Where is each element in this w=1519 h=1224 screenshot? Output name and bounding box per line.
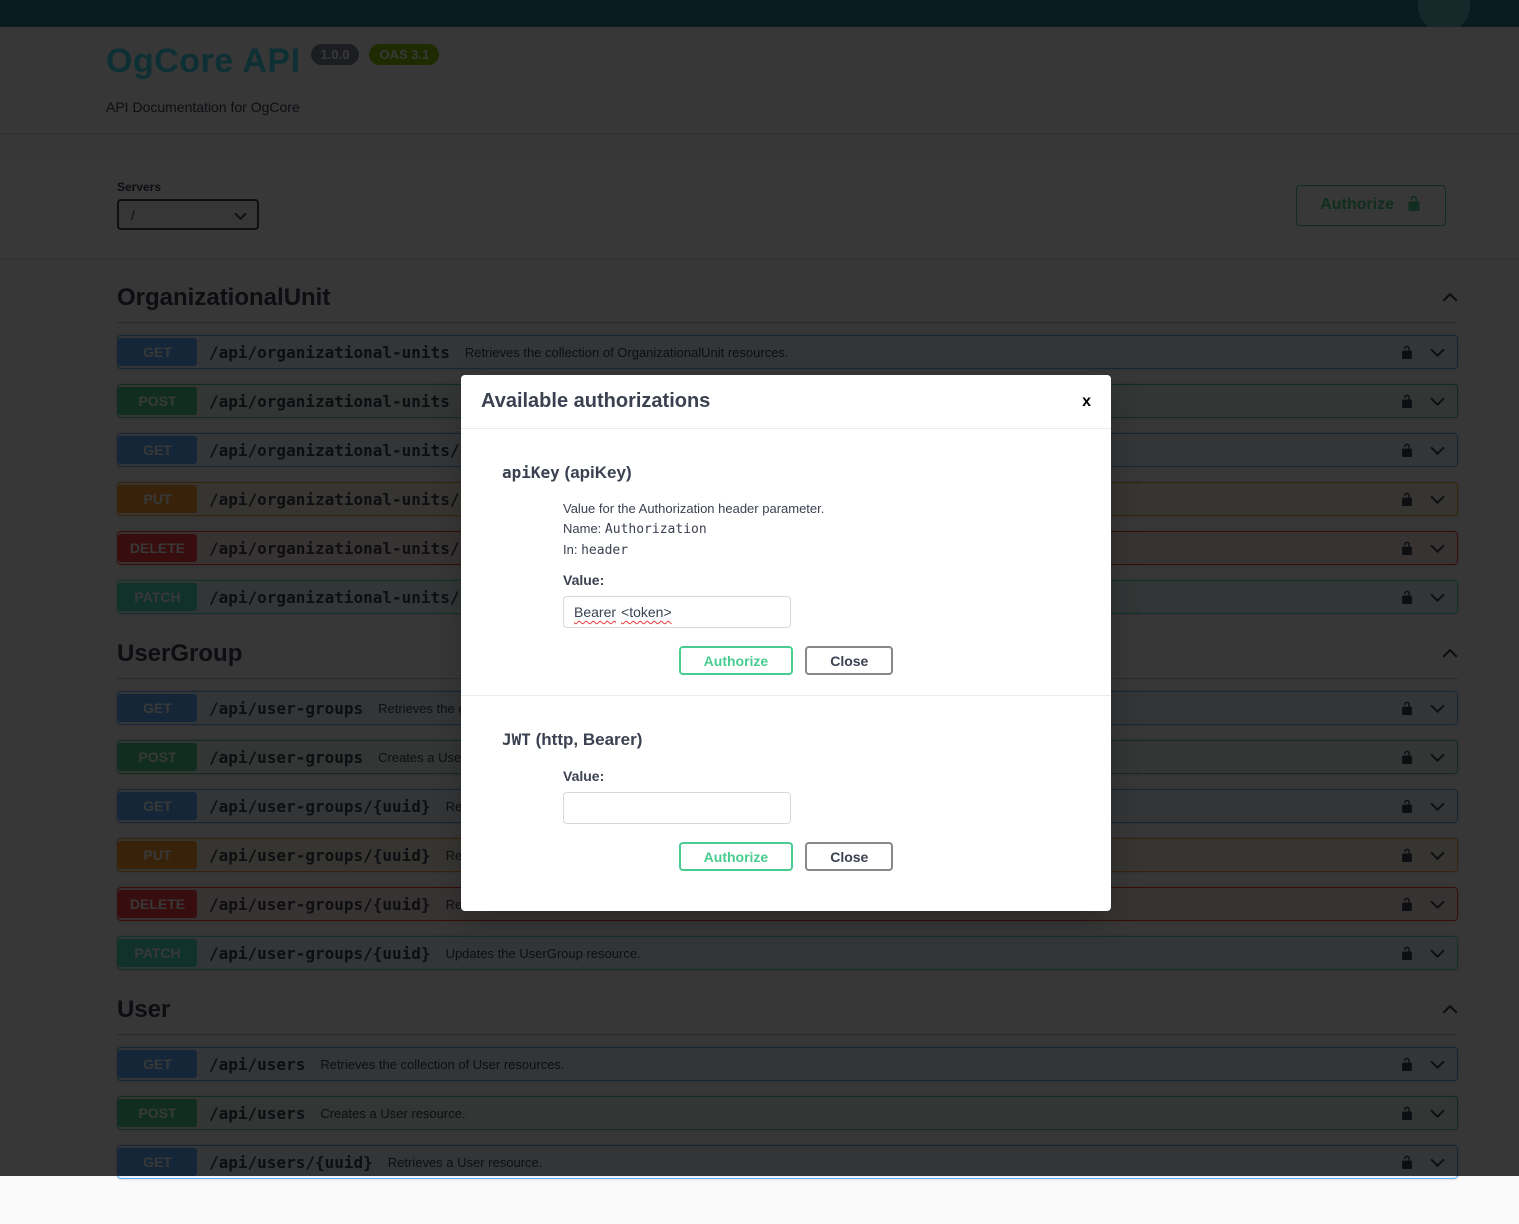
jwt-auth-section: JWT (http, Bearer) Value: Authorize Clos… bbox=[461, 730, 1111, 871]
apikey-name-row: Name: Authorization bbox=[563, 521, 1111, 537]
apikey-close-button[interactable]: Close bbox=[805, 646, 894, 675]
jwt-heading-suffix: (http, Bearer) bbox=[535, 730, 643, 749]
jwt-authorize-button[interactable]: Authorize bbox=[678, 842, 794, 871]
modal-title: Available authorizations bbox=[481, 390, 711, 412]
apikey-value-input[interactable]: Bearer <token> bbox=[563, 596, 791, 628]
in-label: In: bbox=[563, 542, 578, 557]
name-value: Authorization bbox=[604, 522, 707, 537]
in-value: header bbox=[581, 543, 629, 558]
jwt-value-label: Value: bbox=[563, 768, 605, 784]
apikey-heading-code: apiKey bbox=[502, 463, 560, 482]
apikey-heading: apiKey (apiKey) bbox=[502, 463, 1111, 483]
apikey-description: Value for the Authorization header param… bbox=[563, 501, 825, 516]
apikey-heading-suffix: (apiKey) bbox=[564, 463, 632, 482]
apikey-auth-section: apiKey (apiKey) Value for the Authorizat… bbox=[461, 463, 1111, 696]
jwt-heading-code: JWT bbox=[502, 730, 531, 749]
jwt-close-button[interactable]: Close bbox=[805, 842, 894, 871]
apikey-in-row: In: header bbox=[563, 542, 1111, 558]
close-icon[interactable]: x bbox=[1082, 393, 1091, 410]
apikey-value-word: Bearer bbox=[574, 604, 617, 620]
name-label: Name: bbox=[563, 521, 602, 536]
jwt-value-input[interactable] bbox=[563, 792, 791, 824]
apikey-value-label: Value: bbox=[563, 572, 605, 588]
apikey-value-word: <token> bbox=[621, 604, 672, 620]
authorizations-modal: Available authorizations x apiKey (apiKe… bbox=[461, 375, 1111, 911]
apikey-authorize-button[interactable]: Authorize bbox=[678, 646, 794, 675]
jwt-heading: JWT (http, Bearer) bbox=[502, 730, 1111, 750]
